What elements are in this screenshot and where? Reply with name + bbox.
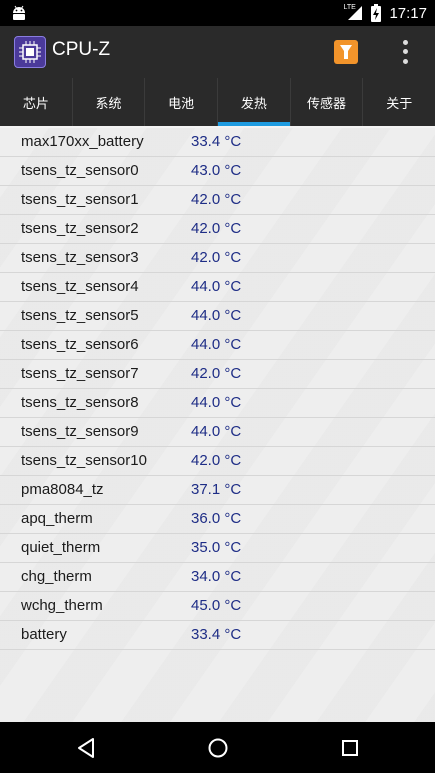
- sensor-name: apq_therm: [21, 510, 93, 527]
- list-item: tsens_tz_sensor7 42.0 °C: [0, 360, 435, 389]
- sensor-temperature: 44.0 °C: [191, 307, 242, 324]
- sensor-temperature: 44.0 °C: [191, 423, 242, 440]
- status-bar: LTE 17:17: [0, 0, 435, 26]
- sensor-name: wchg_therm: [21, 597, 103, 614]
- sensor-temperature: 44.0 °C: [191, 278, 242, 295]
- sensor-name: battery: [21, 626, 67, 643]
- sensor-temperature: 43.0 °C: [191, 162, 242, 179]
- sensor-temperature: 42.0 °C: [191, 191, 242, 208]
- battery-charging-icon: [371, 4, 382, 22]
- list-item: apq_therm 36.0 °C: [0, 505, 435, 534]
- tab-battery[interactable]: 电池: [145, 78, 219, 126]
- sensor-name: tsens_tz_sensor6: [21, 336, 139, 353]
- list-item: battery 33.4 °C: [0, 621, 435, 650]
- tab-system[interactable]: 系统: [73, 78, 146, 126]
- sensor-temperature: 45.0 °C: [191, 597, 242, 614]
- list-item: tsens_tz_sensor9 44.0 °C: [0, 418, 435, 447]
- sensor-temperature: 44.0 °C: [191, 336, 242, 353]
- tab-chip[interactable]: 芯片: [0, 78, 73, 126]
- sensor-name: max170xx_battery: [21, 133, 144, 150]
- list-item: wchg_therm 45.0 °C: [0, 592, 435, 621]
- sensor-name: tsens_tz_sensor0: [21, 162, 139, 179]
- sensor-name: pma8084_tz: [21, 481, 104, 498]
- sensor-name: tsens_tz_sensor5: [21, 307, 139, 324]
- list-item: pma8084_tz 37.1 °C: [0, 476, 435, 505]
- list-item: tsens_tz_sensor4 44.0 °C: [0, 273, 435, 302]
- sensor-name: quiet_therm: [21, 539, 101, 556]
- signal-icon: LTE: [343, 4, 363, 21]
- list-item: tsens_tz_sensor1 42.0 °C: [0, 186, 435, 215]
- share-icon[interactable]: [334, 40, 358, 64]
- sensor-name: tsens_tz_sensor10: [21, 452, 147, 469]
- sensor-name: tsens_tz_sensor1: [21, 191, 139, 208]
- navigation-bar: [0, 722, 435, 773]
- network-type: LTE: [343, 4, 356, 11]
- status-time: 17:17: [389, 4, 427, 22]
- sensor-name: tsens_tz_sensor7: [21, 365, 139, 382]
- sensor-temperature: 33.4 °C: [191, 133, 242, 150]
- sensor-temperature: 37.1 °C: [191, 481, 242, 498]
- sensor-temperature: 42.0 °C: [191, 220, 242, 237]
- cpu-z-app-icon: [14, 36, 46, 68]
- list-item: chg_therm 34.0 °C: [0, 563, 435, 592]
- more-vert-icon[interactable]: [395, 38, 415, 66]
- sensor-temperature: 42.0 °C: [191, 452, 242, 469]
- sensor-temperature: 34.0 °C: [191, 568, 242, 585]
- thermal-list[interactable]: max170xx_battery 33.4 °C tsens_tz_sensor0…: [0, 128, 435, 722]
- list-item: tsens_tz_sensor8 44.0 °C: [0, 389, 435, 418]
- app-title: CPU-Z: [52, 39, 111, 60]
- list-item: quiet_therm 35.0 °C: [0, 534, 435, 563]
- tab-thermal[interactable]: 发热: [218, 78, 291, 126]
- sensor-temperature: 44.0 °C: [191, 394, 242, 411]
- app-bar: CPU-Z: [0, 26, 435, 78]
- sensor-temperature: 42.0 °C: [191, 249, 242, 266]
- tab-about[interactable]: 关于: [363, 78, 435, 126]
- sensor-temperature: 42.0 °C: [191, 365, 242, 382]
- list-item: tsens_tz_sensor5 44.0 °C: [0, 302, 435, 331]
- tab-sensors[interactable]: 传感器: [291, 78, 364, 126]
- sensor-name: tsens_tz_sensor8: [21, 394, 139, 411]
- list-item: tsens_tz_sensor10 42.0 °C: [0, 447, 435, 476]
- recent-apps-icon[interactable]: [338, 736, 362, 760]
- list-item: tsens_tz_sensor0 43.0 °C: [0, 157, 435, 186]
- sensor-name: tsens_tz_sensor4: [21, 278, 139, 295]
- home-icon[interactable]: [206, 736, 230, 760]
- list-item: tsens_tz_sensor6 44.0 °C: [0, 331, 435, 360]
- sensor-name: tsens_tz_sensor2: [21, 220, 139, 237]
- sensor-temperature: 33.4 °C: [191, 626, 242, 643]
- sensor-name: chg_therm: [21, 568, 92, 585]
- sensor-temperature: 35.0 °C: [191, 539, 242, 556]
- tab-bar: 芯片 系统 电池 发热 传感器 关于: [0, 78, 435, 126]
- back-icon[interactable]: [74, 736, 98, 760]
- list-item: tsens_tz_sensor3 42.0 °C: [0, 244, 435, 273]
- list-item: tsens_tz_sensor2 42.0 °C: [0, 215, 435, 244]
- list-item: max170xx_battery 33.4 °C: [0, 128, 435, 157]
- sensor-temperature: 36.0 °C: [191, 510, 242, 527]
- sensor-name: tsens_tz_sensor3: [21, 249, 139, 266]
- sensor-name: tsens_tz_sensor9: [21, 423, 139, 440]
- android-icon: [13, 5, 25, 20]
